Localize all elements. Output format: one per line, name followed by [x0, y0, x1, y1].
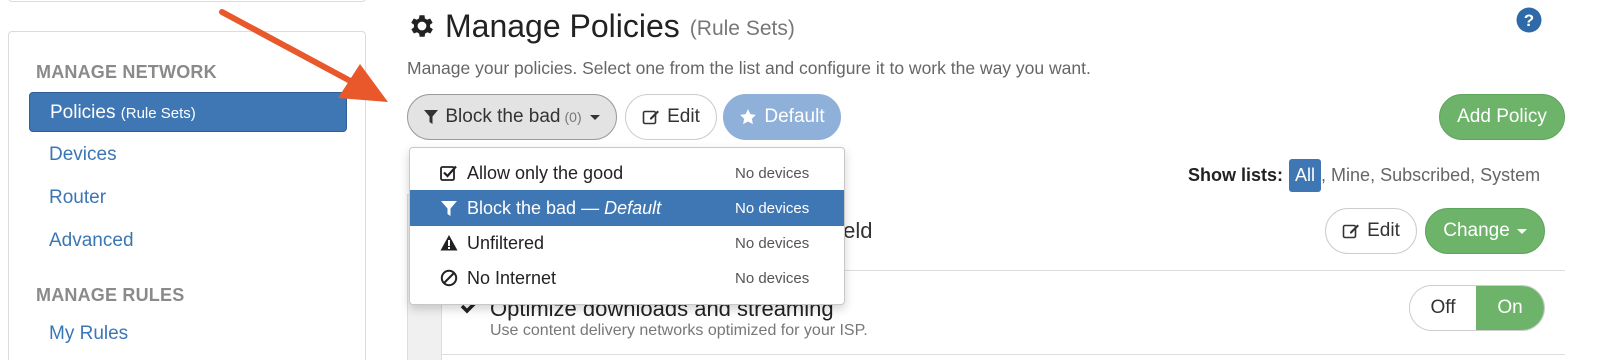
show-lists-option-all[interactable]: All — [1289, 158, 1322, 192]
filter-icon — [424, 109, 439, 125]
caret-down-icon — [589, 114, 600, 120]
dropdown-item-meta: No devices — [735, 269, 810, 287]
sidebar-heading-manage-rules: MANAGE RULES — [36, 285, 185, 305]
policy-dropdown-menu: Allow only the good No devices Block the… — [409, 147, 845, 305]
dropdown-item-label: Allow only the good — [467, 162, 624, 183]
dropdown-item-block-the-bad[interactable]: Block the bad — Default No devices — [410, 190, 844, 226]
sidebar-top-card — [8, 0, 366, 2]
sidebar-item-my-rules[interactable]: My Rules — [29, 314, 347, 354]
edit-section-button[interactable]: Edit — [1325, 208, 1417, 254]
sidebar-item-devices[interactable]: Devices — [29, 135, 347, 175]
default-policy-label: Default — [764, 106, 825, 127]
checkbox-icon — [440, 165, 457, 181]
policy-select-label: Block the bad — [445, 106, 561, 127]
warning-icon — [440, 235, 458, 251]
show-lists-option-subscribed[interactable]: , Subscribed — [1370, 165, 1470, 186]
edit-policy-label: Edit — [667, 106, 700, 127]
dropdown-item-no-internet[interactable]: No Internet No devices — [410, 260, 844, 296]
filter-icon — [441, 201, 457, 216]
page-subtitle: (Rule Sets) — [689, 17, 795, 40]
add-policy-button[interactable]: Add Policy — [1439, 94, 1565, 140]
show-lists-label: Show lists: — [1188, 164, 1284, 185]
dropdown-item-allow-only-the-good[interactable]: Allow only the good No devices — [410, 155, 844, 191]
dropdown-item-default-tag: Default — [604, 197, 662, 218]
edit-icon — [1342, 222, 1360, 240]
dropdown-item-unfiltered[interactable]: Unfiltered No devices — [410, 225, 844, 261]
policy-select-count: (0) — [564, 109, 582, 125]
dropdown-item-meta: No devices — [735, 199, 810, 217]
option-description: Use content delivery networks optimized … — [490, 322, 868, 339]
sidebar-heading-manage-network: MANAGE NETWORK — [36, 62, 217, 82]
page-title: Manage Policies — [445, 7, 680, 44]
question-circle-icon[interactable]: ? — [1516, 7, 1542, 33]
sidebar-item-router[interactable]: Router — [29, 178, 347, 218]
sidebar-item-advanced[interactable]: Advanced — [29, 221, 347, 261]
annotation-arrow — [219, 9, 388, 102]
toggle-on[interactable]: On — [1476, 286, 1544, 330]
page-header: Manage Policies (Rule Sets) — [407, 6, 795, 46]
show-lists-option-system[interactable]: , System — [1470, 165, 1540, 186]
sidebar-item-label: Policies — [50, 102, 116, 123]
toggle-off[interactable]: Off — [1410, 286, 1477, 330]
sidebar-item-sublabel: (Rule Sets) — [120, 105, 196, 122]
edit-policy-button[interactable]: Edit — [625, 94, 717, 140]
dropdown-item-meta: No devices — [735, 164, 810, 182]
dropdown-item-meta: No devices — [735, 234, 810, 252]
change-label: Change — [1443, 220, 1510, 241]
caret-down-icon — [1516, 228, 1527, 234]
dropdown-item-label: Unfiltered — [467, 232, 545, 253]
page-description: Manage your policies. Select one from th… — [407, 58, 1091, 78]
optimize-toggle[interactable]: Off On — [1409, 285, 1545, 331]
edit-section-label: Edit — [1367, 220, 1400, 241]
gear-icon — [411, 15, 433, 37]
svg-text:?: ? — [1524, 11, 1534, 30]
dropdown-item-label: No Internet — [467, 267, 557, 288]
divider — [441, 354, 1565, 355]
change-button[interactable]: Change — [1425, 208, 1545, 254]
ban-icon — [440, 269, 458, 287]
policy-select-button[interactable]: Block the bad (0) — [407, 94, 617, 140]
show-lists-filter: Show lists: All , Mine , Subscribed , Sy… — [1188, 158, 1540, 192]
default-policy-button[interactable]: Default — [723, 94, 841, 140]
star-icon — [739, 108, 757, 126]
show-lists-option-mine[interactable]: , Mine — [1321, 165, 1370, 186]
edit-icon — [642, 108, 660, 126]
dropdown-item-label: Block the bad — Default — [467, 197, 662, 218]
